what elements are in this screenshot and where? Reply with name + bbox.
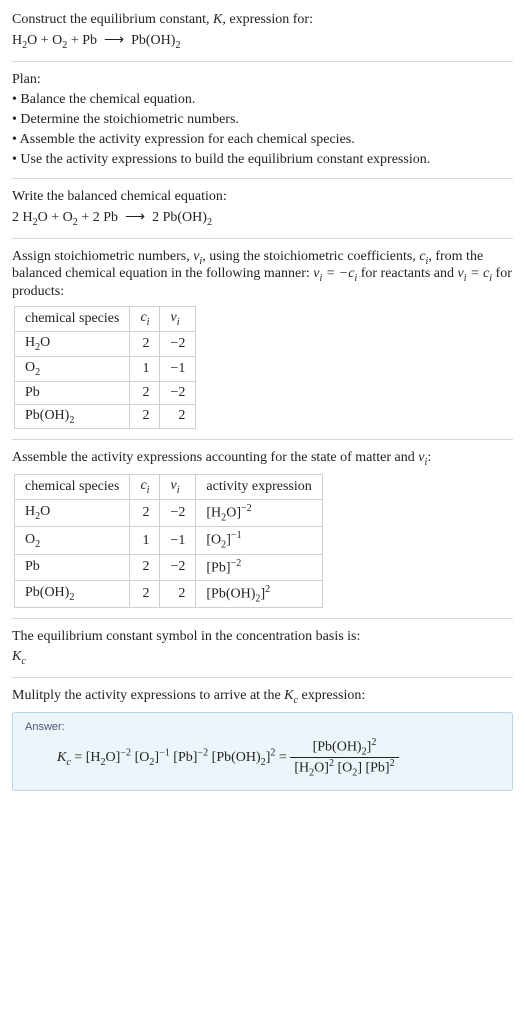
nu-i-symbol: νi [418, 450, 427, 465]
nui-cell: 2 [160, 580, 196, 607]
species-cell: Pb [15, 381, 130, 404]
col-activity: activity expression [196, 475, 322, 500]
col-nui: νi [160, 475, 196, 500]
intro-pre: Construct the equilibrium constant, [12, 12, 213, 27]
species-cell: H2O [15, 331, 130, 356]
activity-cell: [Pb(OH)2]2 [196, 580, 322, 607]
kc-expression: Kc = [H2O]−2 [O2]−1 [Pb]−2 [Pb(OH)2]2 = … [25, 737, 500, 779]
col-ci: ci [130, 307, 160, 332]
kc-inline: Kc [284, 688, 298, 703]
intro-line: Construct the equilibrium constant, K, e… [12, 12, 513, 28]
nui-cell: −2 [160, 381, 196, 404]
species-cell: Pb(OH)2 [15, 580, 130, 607]
divider [12, 618, 513, 619]
balanced-equation: 2 H2O + O2 + 2 Pb ⟶ 2 Pb(OH)2 [12, 209, 513, 228]
species-cell: H2O [15, 499, 130, 526]
activity-cell: [Pb]−2 [196, 554, 322, 580]
nu-i-symbol: νi [193, 249, 202, 264]
col-ci: ci [130, 475, 160, 500]
kc-basis-text: The equilibrium constant symbol in the c… [12, 629, 513, 645]
plan-heading: Plan: [12, 72, 513, 88]
plan-b3-text: Assemble the activity expression for eac… [20, 132, 355, 147]
stoich-t1: Assign stoichiometric numbers, [12, 249, 193, 264]
activity-cell: [H2O]−2 [196, 499, 322, 526]
species-cell: O2 [15, 527, 130, 554]
mult-t2: expression: [298, 688, 365, 703]
divider [12, 178, 513, 179]
table-row: Pb 2 −2 [Pb]−2 [15, 554, 323, 580]
activity-paragraph: Assemble the activity expressions accoun… [12, 450, 513, 468]
stoich-t2: , using the stoichiometric coefficients, [202, 249, 419, 264]
divider [12, 677, 513, 678]
nui-cell: −2 [160, 331, 196, 356]
activity-cell: [O2]−1 [196, 527, 322, 554]
nu-eq-neg-c: νi = −ci [313, 266, 357, 281]
balanced-heading: Write the balanced chemical equation: [12, 189, 513, 205]
kc-symbol: Kc [12, 649, 513, 667]
plan-b2-text: Determine the stoichiometric numbers. [20, 112, 239, 127]
activity-table: chemical species ci νi activity expressi… [14, 474, 323, 608]
kc-fraction: [Pb(OH)2]2 [H2O]2 [O2] [Pb]2 [290, 737, 398, 779]
multiply-text: Mulitply the activity expressions to arr… [12, 688, 513, 706]
activity-t1: Assemble the activity expressions accoun… [12, 450, 418, 465]
intro-post: , expression for: [222, 12, 313, 27]
nui-cell: −2 [160, 499, 196, 526]
nu-eq-c: νi = ci [458, 266, 493, 281]
ci-cell: 1 [130, 356, 160, 381]
ci-cell: 2 [130, 331, 160, 356]
nui-cell: 2 [160, 404, 196, 429]
table-row: O2 1 −1 [O2]−1 [15, 527, 323, 554]
species-cell: O2 [15, 356, 130, 381]
table-row: O2 1 −1 [15, 356, 196, 381]
col-nui: νi [160, 307, 196, 332]
stoich-t4: for reactants and [357, 266, 457, 281]
species-cell: Pb(OH)2 [15, 404, 130, 429]
unbalanced-equation: H2O + O2 + Pb ⟶ Pb(OH)2 [12, 32, 513, 51]
ci-cell: 2 [130, 499, 160, 526]
answer-label: Answer: [25, 721, 500, 733]
nui-cell: −1 [160, 527, 196, 554]
ci-cell: 2 [130, 404, 160, 429]
divider [12, 439, 513, 440]
answer-box: Answer: Kc = [H2O]−2 [O2]−1 [Pb]−2 [Pb(O… [12, 712, 513, 792]
ci-cell: 2 [130, 580, 160, 607]
ci-cell: 2 [130, 554, 160, 580]
table-row: chemical species ci νi [15, 307, 196, 332]
table-row: H2O 2 −2 [15, 331, 196, 356]
divider [12, 61, 513, 62]
ci-cell: 1 [130, 527, 160, 554]
k-symbol: K [213, 12, 222, 27]
plan-b4-text: Use the activity expressions to build th… [20, 152, 430, 167]
plan-bullet-3: • Assemble the activity expression for e… [12, 132, 513, 148]
plan-bullet-1: • Balance the chemical equation. [12, 92, 513, 108]
species-cell: Pb [15, 554, 130, 580]
col-species: chemical species [15, 475, 130, 500]
activity-t2: : [427, 450, 431, 465]
plan-bullet-2: • Determine the stoichiometric numbers. [12, 112, 513, 128]
table-row: Pb 2 −2 [15, 381, 196, 404]
table-row: Pb(OH)2 2 2 [Pb(OH)2]2 [15, 580, 323, 607]
divider [12, 238, 513, 239]
table-row: H2O 2 −2 [H2O]−2 [15, 499, 323, 526]
plan-b1-text: Balance the chemical equation. [20, 92, 195, 107]
col-species: chemical species [15, 307, 130, 332]
ci-cell: 2 [130, 381, 160, 404]
mult-t1: Mulitply the activity expressions to arr… [12, 688, 284, 703]
table-row: Pb(OH)2 2 2 [15, 404, 196, 429]
stoich-paragraph: Assign stoichiometric numbers, νi, using… [12, 249, 513, 301]
nui-cell: −2 [160, 554, 196, 580]
nui-cell: −1 [160, 356, 196, 381]
plan-bullet-4: • Use the activity expressions to build … [12, 152, 513, 168]
table-row: chemical species ci νi activity expressi… [15, 475, 323, 500]
c-i-symbol: ci [419, 249, 428, 264]
stoich-table: chemical species ci νi H2O 2 −2 O2 1 −1 … [14, 306, 196, 429]
